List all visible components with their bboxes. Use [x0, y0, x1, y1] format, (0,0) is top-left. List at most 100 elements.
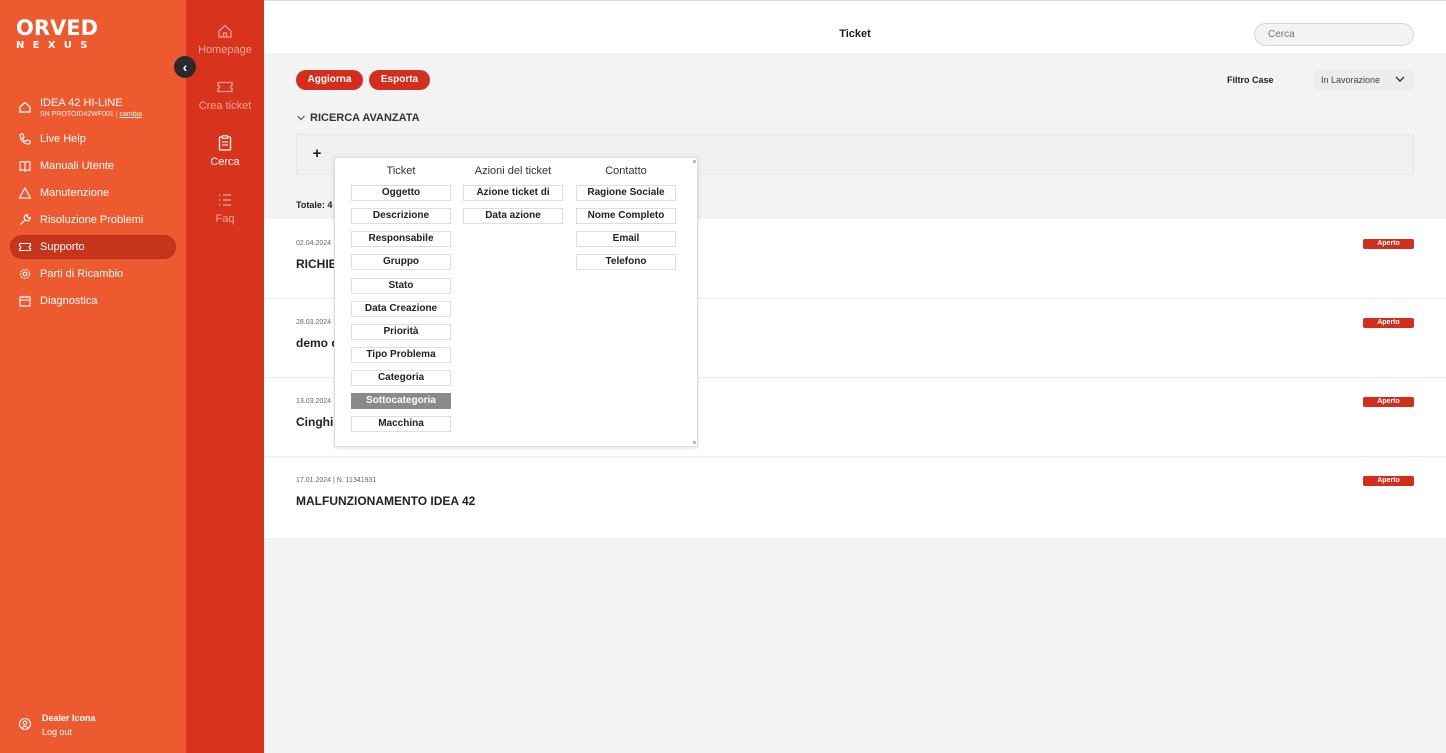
logout-link[interactable]: Log out — [42, 725, 96, 739]
field-option[interactable]: Gruppo — [351, 254, 451, 270]
wrench-icon — [20, 214, 31, 225]
rail-label: Crea ticket — [198, 100, 252, 112]
ticket-meta: 13.03.2024 — [296, 398, 332, 405]
status-badge: Aperto — [1363, 397, 1414, 407]
dropdown-scrollbar[interactable] — [693, 160, 696, 444]
gear-icon — [19, 268, 31, 280]
rail-label: Homepage — [198, 44, 252, 56]
search-input[interactable] — [1254, 23, 1414, 46]
field-picker-dropdown: Ticket Oggetto Descrizione Responsabile … — [334, 157, 698, 447]
rail-label: Faq — [215, 213, 235, 225]
field-option[interactable]: Data azione — [463, 208, 563, 224]
nav-item-parti-di-ricambio[interactable]: Parti di Ricambio — [10, 262, 176, 286]
field-option[interactable]: Ragione Sociale — [576, 185, 676, 201]
field-option[interactable]: Categoria — [351, 370, 451, 386]
column-title: Contatto — [605, 165, 647, 177]
main-nav: Live Help Manuali Utente Manutenzione Ri… — [10, 127, 176, 316]
nav-item-diagnostica[interactable]: Diagnostica — [10, 289, 176, 313]
change-machine-link[interactable]: cambia — [120, 111, 143, 118]
home-icon — [218, 24, 232, 38]
list-icon — [219, 194, 231, 206]
ticket-row[interactable]: 17.01.2024 | N. 11341931 MALFUNZIONAMENT… — [264, 457, 1446, 537]
book-icon — [19, 161, 31, 172]
logo-bottom-text: NEXUS — [16, 40, 96, 51]
refresh-button[interactable]: Aggiorna — [296, 70, 363, 90]
ticket-meta: 02.04.2024 — [296, 240, 332, 247]
nav-label: Risoluzione Problemi — [40, 214, 144, 226]
ticket-subject: RICHIE — [296, 257, 337, 271]
ticket-meta: 17.01.2024 | N. 11341931 — [296, 477, 377, 484]
rail-item-homepage[interactable]: Homepage — [186, 22, 264, 56]
field-option[interactable]: Data Creazione — [351, 301, 451, 317]
nav-label: Live Help — [40, 133, 86, 145]
nav-item-risoluzione-problemi[interactable]: Risoluzione Problemi — [10, 208, 176, 232]
advanced-search-toggle[interactable]: RICERCA AVANZATA — [296, 112, 420, 124]
field-option[interactable]: Macchina — [351, 416, 451, 432]
ticket-subject: MALFUNZIONAMENTO IDEA 42 — [296, 494, 476, 508]
ticket-meta: 28.03.2024 — [296, 319, 332, 326]
field-option[interactable]: Azione ticket di — [463, 185, 563, 201]
top-bar: Ticket — [264, 0, 1446, 53]
nav-item-manutenzione[interactable]: Manutenzione — [10, 181, 176, 205]
nav-item-manuali-utente[interactable]: Manuali Utente — [10, 154, 176, 178]
add-filter-button[interactable]: + — [310, 145, 324, 163]
orved-logo[interactable]: ORVED NEXUS — [16, 18, 98, 52]
sidebar: ORVED NEXUS IDEA 42 HI-LINE SN PROTOID42… — [0, 0, 186, 753]
rail-item-crea-ticket[interactable]: Crea ticket — [186, 78, 264, 112]
warning-icon — [18, 186, 32, 199]
field-option[interactable]: Oggetto — [351, 185, 451, 201]
collapse-sidebar-button[interactable]: ‹ — [174, 56, 196, 78]
nav-label: Manutenzione — [40, 187, 110, 199]
advanced-search-title: RICERCA AVANZATA — [310, 112, 420, 124]
column-title: Ticket — [386, 165, 416, 177]
calendar-icon — [19, 295, 31, 307]
field-option-selected[interactable]: Sottocategoria — [351, 393, 451, 409]
status-badge: Aperto — [1363, 476, 1414, 486]
clipboard-icon — [218, 135, 232, 151]
chevron-down-icon — [1395, 76, 1405, 82]
scroll-down-arrow[interactable] — [693, 441, 696, 444]
serial-text: SN PROTOID42WF001 | — [40, 111, 120, 118]
field-option[interactable]: Tipo Problema — [351, 347, 451, 363]
user-name: Dealer Icona — [42, 713, 96, 723]
column-title: Azioni del ticket — [474, 165, 552, 177]
field-option[interactable]: Nome Completo — [576, 208, 676, 224]
chevron-left-icon: ‹ — [182, 59, 188, 75]
field-option[interactable]: Stato — [351, 278, 451, 294]
nav-label: Diagnostica — [40, 295, 98, 307]
export-button[interactable]: Esporta — [369, 70, 430, 90]
nav-item-supporto[interactable]: Supporto — [10, 235, 176, 259]
empty-area — [264, 538, 1446, 753]
home-outline-icon — [19, 101, 31, 113]
filter-label: Filtro Case — [1227, 75, 1274, 85]
nav-item-live-help[interactable]: Live Help — [10, 127, 176, 151]
field-option[interactable]: Responsabile — [351, 231, 451, 247]
ticket-icon — [217, 81, 233, 93]
user-icon — [18, 717, 32, 731]
filter-case-select[interactable]: In Lavorazione — [1314, 70, 1414, 90]
text-cursor-icon: I — [406, 384, 409, 394]
machine-serial: SN PROTOID42WF001 | cambia — [40, 110, 142, 120]
phone-icon — [19, 133, 31, 145]
rail-label: Cerca — [210, 156, 240, 168]
field-option[interactable]: Telefono — [576, 254, 676, 270]
nav-label: Manuali Utente — [40, 160, 114, 172]
machine-selector: IDEA 42 HI-LINE SN PROTOID42WF001 | camb… — [18, 97, 142, 120]
status-badge: Aperto — [1363, 239, 1414, 249]
scroll-up-arrow[interactable] — [693, 160, 696, 163]
machine-name: IDEA 42 HI-LINE — [40, 97, 123, 109]
nav-label: Supporto — [40, 241, 85, 253]
user-block: Dealer Icona Log out — [18, 711, 96, 739]
rail-item-cerca[interactable]: Cerca — [186, 134, 264, 168]
status-badge: Aperto — [1363, 318, 1414, 328]
ticket-subject: Cinghi — [296, 415, 334, 429]
field-option[interactable]: Priorità — [351, 324, 451, 340]
chevron-down-icon — [297, 115, 305, 121]
logo-top-text: ORVED — [16, 16, 99, 40]
nav-label: Parti di Ricambio — [40, 268, 124, 280]
support-rail: Homepage Crea ticket Cerca Faq — [186, 0, 264, 753]
field-option[interactable]: Email — [576, 231, 676, 247]
field-option[interactable]: Descrizione — [351, 208, 451, 224]
rail-item-faq[interactable]: Faq — [186, 191, 264, 225]
filter-selected-value: In Lavorazione — [1321, 75, 1381, 85]
